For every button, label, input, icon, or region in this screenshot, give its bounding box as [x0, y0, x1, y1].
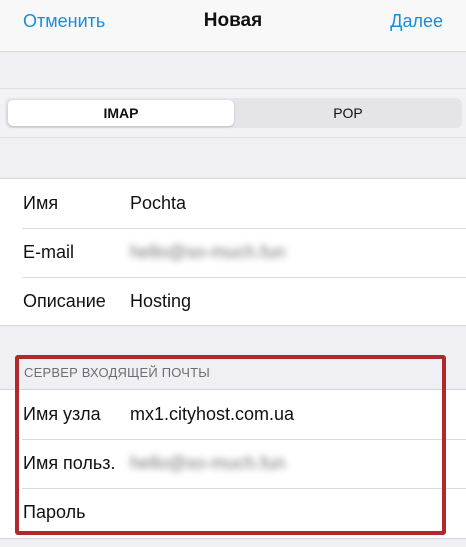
name-label: Имя	[23, 193, 59, 213]
protocol-selector-band: IMAP POP	[0, 88, 466, 138]
segment-imap[interactable]: IMAP	[8, 100, 234, 126]
description-row[interactable]: Описание Hosting	[0, 277, 466, 326]
account-info-group: Имя Pochta E-mail hello@so-much.fun Опис…	[0, 178, 466, 326]
username-label: Имя польз.	[23, 453, 116, 473]
email-field[interactable]: hello@so-much.fun	[130, 242, 285, 263]
username-row[interactable]: Имя польз. hello@so-much.fun	[0, 439, 466, 488]
email-row[interactable]: E-mail hello@so-much.fun	[0, 228, 466, 277]
next-button[interactable]: Далее	[390, 11, 443, 32]
host-field[interactable]: mx1.cityhost.com.ua	[130, 404, 294, 425]
segment-pop[interactable]: POP	[237, 100, 459, 126]
username-field[interactable]: hello@so-much.fun	[130, 453, 285, 474]
description-field[interactable]: Hosting	[130, 291, 191, 312]
password-label: Пароль	[23, 502, 86, 522]
incoming-server-header: СЕРВЕР ВХОДЯЩЕЙ ПОЧТЫ	[24, 365, 211, 380]
name-row[interactable]: Имя Pochta	[0, 179, 466, 228]
description-label: Описание	[23, 291, 106, 311]
host-label: Имя узла	[23, 404, 101, 424]
host-row[interactable]: Имя узла mx1.cityhost.com.ua	[0, 390, 466, 439]
navigation-bar: Отменить Новая Далее	[0, 0, 466, 52]
name-field[interactable]: Pochta	[130, 193, 186, 214]
protocol-segmented-control: IMAP POP	[5, 98, 462, 128]
incoming-server-group: Имя узла mx1.cityhost.com.ua Имя польз. …	[0, 389, 466, 539]
password-row[interactable]: Пароль	[0, 488, 466, 537]
email-label: E-mail	[23, 242, 75, 262]
